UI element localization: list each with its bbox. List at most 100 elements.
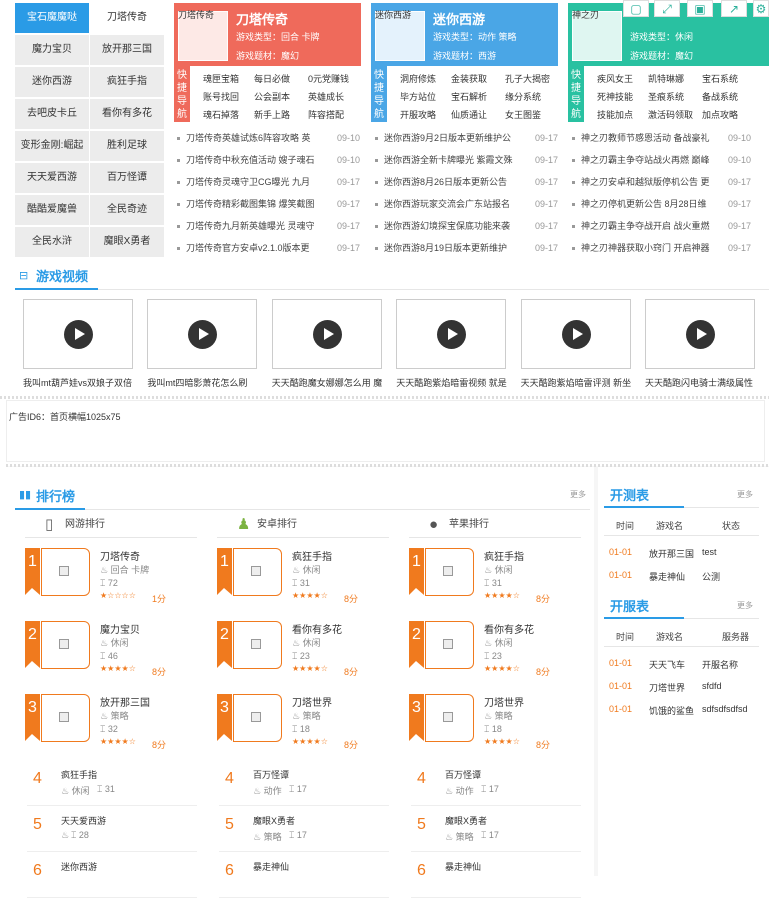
play-icon[interactable] xyxy=(312,320,342,349)
quick-link[interactable]: 疾风女王 xyxy=(597,72,633,85)
quick-link[interactable]: 公会副本 xyxy=(254,90,290,103)
rank-entry[interactable]: 5 魔眼X勇者 ♨ 策略 ⌶ 17 xyxy=(411,812,581,852)
video-thumbnail[interactable] xyxy=(147,299,258,369)
news-item[interactable]: 神之刃霸主争夺站战火再燃 巅峰 09-10 xyxy=(572,150,769,170)
video-thumbnail[interactable] xyxy=(645,299,755,369)
news-title[interactable]: 刀塔传奇中秋充值活动 嫂子魂石 xyxy=(186,155,315,165)
news-item[interactable]: 神之刃安卓和越狱版停机公告 更 09-17 xyxy=(572,172,769,192)
news-item[interactable]: 刀塔传奇官方安卓v2.1.0版本更 09-17 xyxy=(177,238,364,258)
game-thumbnail[interactable] xyxy=(41,694,90,742)
game-thumbnail[interactable] xyxy=(233,548,282,596)
game-list-item[interactable]: 全民奇迹 xyxy=(90,195,164,225)
news-title[interactable]: 迷你西游8月26日版本更新公告 xyxy=(384,177,507,187)
game-thumbnail[interactable]: 迷你西游 xyxy=(375,10,425,61)
rank-game-name[interactable]: 刀塔世界 xyxy=(484,694,524,709)
rank-entry[interactable]: 3 刀塔世界 ♨ 策略 ⌶ 18 ★★★★☆ 8分 xyxy=(409,694,579,752)
ad-banner[interactable]: 广告ID6：首页横幅1025x75 xyxy=(6,400,765,462)
video-caption[interactable]: 天天酷跑紫焰暗雷评测 新坐 xyxy=(521,376,633,389)
gear-icon[interactable]: ⚙ xyxy=(753,0,769,17)
video-caption[interactable]: 天天酷跑魔女娜娜怎么用 魔 xyxy=(272,376,384,389)
quick-link[interactable]: 魂匣宝箱 xyxy=(203,72,239,85)
news-item[interactable]: 刀塔传奇中秋充值活动 嫂子魂石 09-10 xyxy=(177,150,364,170)
rank-game-name[interactable]: 疯狂手指 xyxy=(61,768,97,781)
expand-icon[interactable]: ⤢ xyxy=(654,0,680,17)
game-thumbnail[interactable] xyxy=(41,621,90,669)
quick-link[interactable]: 死神技能 xyxy=(597,90,633,103)
rank-entry[interactable]: 3 刀塔世界 ♨ 策略 ⌶ 18 ★★★★☆ 8分 xyxy=(217,694,387,752)
news-title[interactable]: 迷你西游玩家交流会广东站报名 xyxy=(384,199,510,209)
quick-link[interactable]: 加点攻略 xyxy=(702,108,738,121)
video-thumbnail[interactable] xyxy=(520,299,631,369)
game-list-item[interactable]: 全民水浒 xyxy=(15,227,89,257)
game-list-item[interactable]: 放开那三国 xyxy=(90,35,164,65)
rank-entry[interactable]: 4 疯狂手指 ♨ 休闲 ⌶ 31 xyxy=(27,766,197,806)
game-list-item[interactable]: 疯狂手指 xyxy=(90,67,164,97)
rank-entry[interactable]: 1 疯狂手指 ♨ 休闲 ⌶ 31 ★★★★☆ 8分 xyxy=(217,548,387,606)
video-caption[interactable]: 我叫mt葫芦娃vs双娘子双倍 xyxy=(23,376,135,389)
game-list-item[interactable]: 百万怪谭 xyxy=(90,163,164,193)
rank-game-name[interactable]: 天天爱西游 xyxy=(61,814,106,827)
rank-game-name[interactable]: 疯狂手指 xyxy=(484,548,524,563)
rank-game-name[interactable]: 迷你西游 xyxy=(61,860,97,873)
video-thumbnail[interactable] xyxy=(396,299,507,369)
rank-entry[interactable]: 6 迷你西游 xyxy=(27,858,197,898)
game-list-item[interactable]: 魔眼X勇者 xyxy=(90,227,164,257)
rank-entry[interactable]: 4 百万怪谭 ♨ 动作 ⌶ 17 xyxy=(411,766,581,806)
table-row[interactable]: 01-01 放开那三国 test xyxy=(604,541,759,564)
news-item[interactable]: 神之刃停机更新公告 8月28日维 09-17 xyxy=(572,194,769,214)
share-icon[interactable]: ↗ xyxy=(721,0,747,17)
quick-link[interactable]: 毕方站位 xyxy=(400,90,436,103)
game-list-item[interactable]: 胜利足球 xyxy=(90,131,164,161)
quick-link[interactable]: 阵容搭配 xyxy=(308,108,344,121)
news-item[interactable]: 迷你西游全新卡牌曝光 紫霞文殊 09-17 xyxy=(375,150,562,170)
game-list-item[interactable]: 天天爱西游 xyxy=(15,163,89,193)
quick-link[interactable]: 宝石解析 xyxy=(451,90,487,103)
play-icon[interactable] xyxy=(64,320,93,349)
table-cell-game[interactable]: 放开那三国 xyxy=(649,547,694,560)
rank-entry[interactable]: 2 看你有多花 ♨ 休闲 ⌶ 23 ★★★★☆ 8分 xyxy=(409,621,579,679)
quick-link[interactable]: 英雄成长 xyxy=(308,90,344,103)
rank-entry[interactable]: 3 放开那三国 ♨ 策略 ⌶ 32 ★★★★☆ 8分 xyxy=(25,694,195,752)
rank-entry[interactable]: 2 魔力宝贝 ♨ 休闲 ⌶ 46 ★★★★☆ 8分 xyxy=(25,621,195,679)
news-title[interactable]: 迷你西游8月19日版本更新维护 xyxy=(384,243,507,253)
quick-link[interactable]: 技能加点 xyxy=(597,108,633,121)
card-title[interactable]: 迷你西游 xyxy=(433,9,485,28)
quick-link[interactable]: 女王图鉴 xyxy=(505,108,541,121)
table-row[interactable]: 01-01 刀塔世界 sfdfd xyxy=(604,675,759,698)
game-list-item[interactable]: 酷酷爱魔兽 xyxy=(15,195,89,225)
table-row[interactable]: 01-01 饥饿的鲨鱼 sdfsdfsdfsd xyxy=(604,698,759,721)
game-thumbnail[interactable] xyxy=(41,548,90,596)
news-item[interactable]: 神之刃神器获取小窍门 开启神器 09-17 xyxy=(572,238,769,258)
news-title[interactable]: 神之刃霸主争夺站战火再燃 巅峰 xyxy=(581,155,710,165)
video-caption[interactable]: 天天酷跑闪电骑士满级属性 xyxy=(645,376,757,389)
game-list-item[interactable]: 魔力宝贝 xyxy=(15,35,89,65)
quick-link[interactable]: 金装获取 xyxy=(451,72,487,85)
news-item[interactable]: 神之刃霸主争夺战开启 战火重燃 09-17 xyxy=(572,216,769,236)
table-cell-game[interactable]: 刀塔世界 xyxy=(649,681,685,694)
card-header[interactable]: 迷你西游 迷你西游 游戏类型：动作 策略 游戏题材：西游 xyxy=(371,3,558,66)
news-title[interactable]: 刀塔传奇英雄试炼6阵容攻略 英 xyxy=(186,133,311,143)
news-item[interactable]: 迷你西游8月19日版本更新维护 09-17 xyxy=(375,238,562,258)
game-thumbnail[interactable] xyxy=(233,621,282,669)
quick-link[interactable]: 激活码领取 xyxy=(648,108,693,121)
game-thumbnail[interactable]: 刀塔传奇 xyxy=(178,10,228,61)
rank-game-name[interactable]: 百万怪谭 xyxy=(253,768,289,781)
news-title[interactable]: 刀塔传奇精彩截图集锦 爆笑截图 xyxy=(186,199,315,209)
news-title[interactable]: 神之刃停机更新公告 8月28日维 xyxy=(581,199,707,209)
ranking-more-link[interactable]: 更多 xyxy=(570,489,586,500)
rank-game-name[interactable]: 暴走神仙 xyxy=(253,860,289,873)
news-item[interactable]: 迷你西游8月26日版本更新公告 09-17 xyxy=(375,172,562,192)
news-item[interactable]: 迷你西游玩家交流会广东站报名 09-17 xyxy=(375,194,562,214)
rank-entry[interactable]: 1 疯狂手指 ♨ 休闲 ⌶ 31 ★★★★☆ 8分 xyxy=(409,548,579,606)
news-title[interactable]: 刀塔传奇灵魂守卫CG曝光 九月 xyxy=(186,177,310,187)
quick-link[interactable]: 圣痕系统 xyxy=(648,90,684,103)
news-title[interactable]: 神之刃教师节感恩活动 备战豪礼 xyxy=(581,133,710,143)
news-title[interactable]: 刀塔传奇九月新英雄曝光 灵魂守 xyxy=(186,221,315,231)
rank-game-name[interactable]: 刀塔世界 xyxy=(292,694,332,709)
game-list-item[interactable]: 刀塔传奇 xyxy=(90,3,164,33)
news-item[interactable]: 刀塔传奇九月新英雄曝光 灵魂守 09-17 xyxy=(177,216,364,236)
rank-game-name[interactable]: 魔眼X勇者 xyxy=(253,814,295,827)
news-item[interactable]: 神之刃教师节感恩活动 备战豪礼 09-10 xyxy=(572,128,769,148)
quick-link[interactable]: 0元党赚钱 xyxy=(308,72,349,85)
card-header[interactable]: 刀塔传奇 刀塔传奇 游戏类型：回合 卡牌 游戏题材：魔幻 xyxy=(174,3,361,66)
